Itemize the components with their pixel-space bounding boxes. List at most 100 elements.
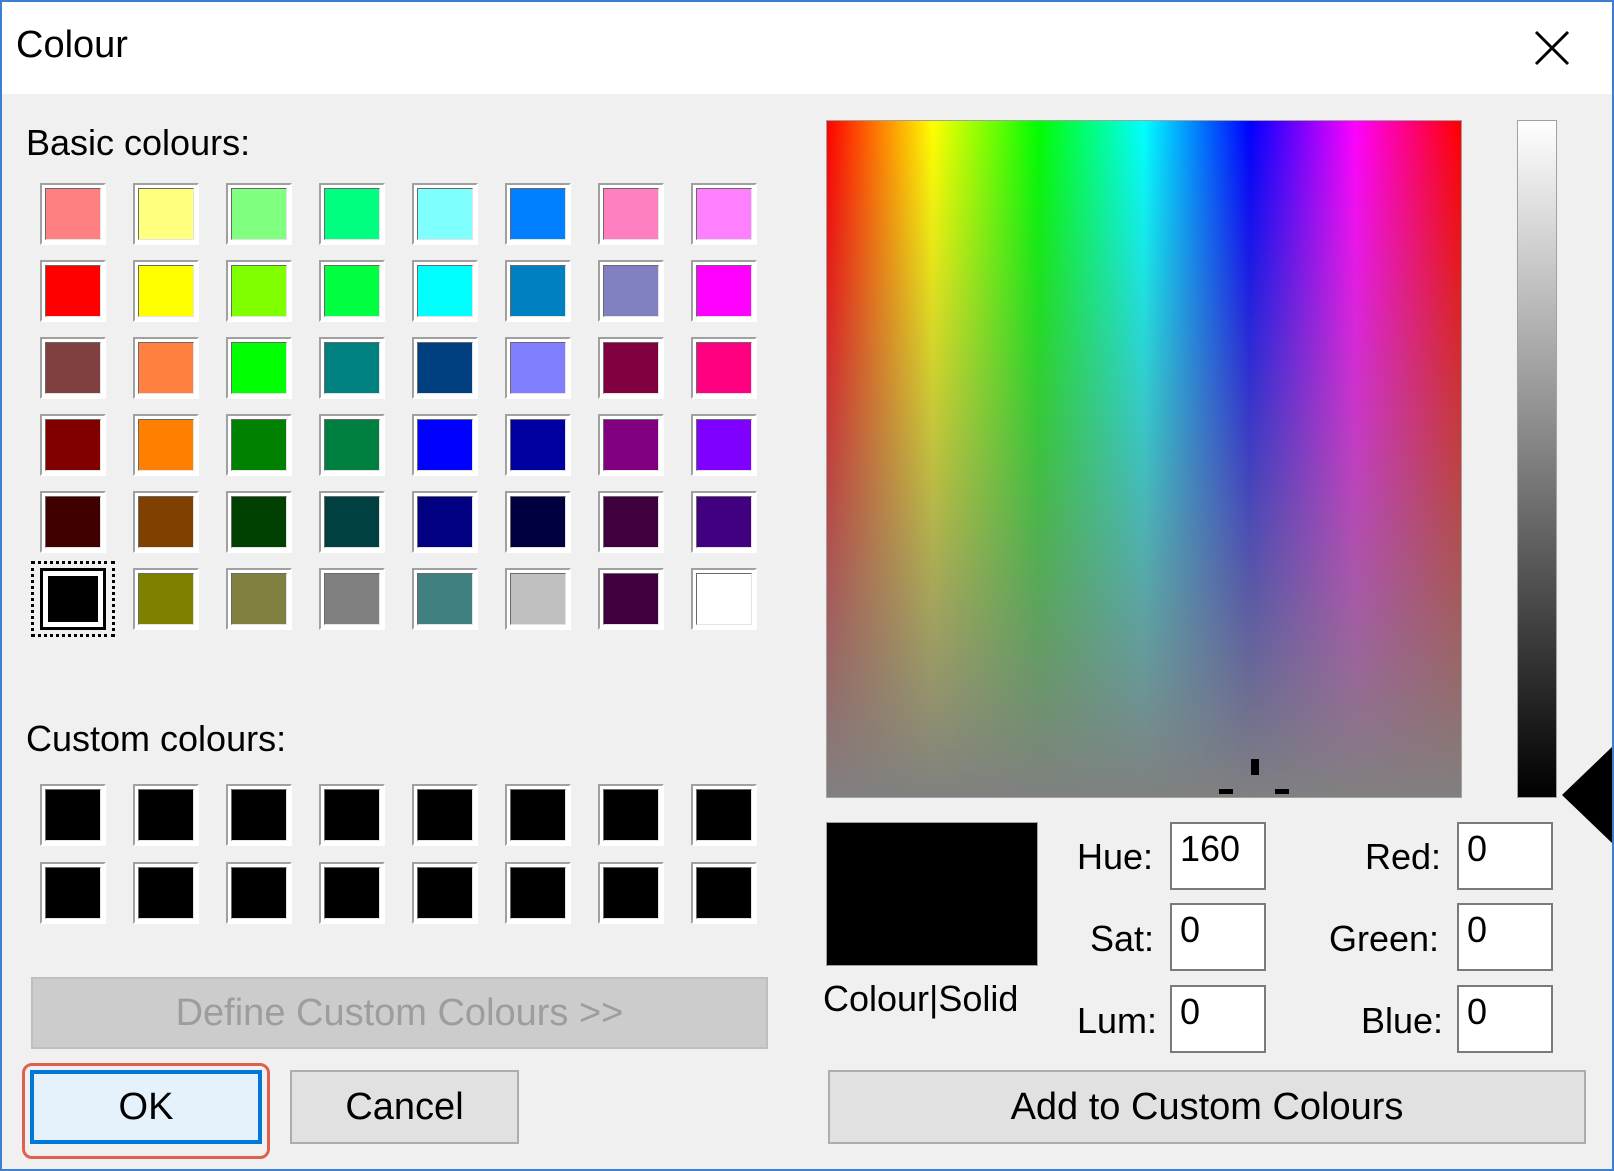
basic-colour-swatch-fill <box>603 188 659 240</box>
basic-colour-swatch-20[interactable] <box>319 337 385 399</box>
lum-label: Lum: <box>1077 1000 1158 1041</box>
basic-colour-swatch-45[interactable] <box>412 568 478 630</box>
basic-colour-swatch-39[interactable] <box>598 491 664 553</box>
custom-colour-swatch-16[interactable] <box>691 862 757 924</box>
crosshair-left <box>1219 789 1233 794</box>
basic-colour-swatch-30[interactable] <box>505 414 571 476</box>
custom-colour-swatch-6[interactable] <box>505 784 571 846</box>
basic-colour-swatch-2[interactable] <box>133 183 199 245</box>
red-input[interactable]: 0 <box>1457 822 1553 890</box>
basic-colour-swatch-fill <box>231 573 287 625</box>
basic-colour-swatch-11[interactable] <box>226 260 292 322</box>
basic-colour-swatch-4[interactable] <box>319 183 385 245</box>
blue-input[interactable]: 0 <box>1457 985 1553 1053</box>
basic-colour-swatch-12[interactable] <box>319 260 385 322</box>
basic-colour-swatch-fill <box>696 573 752 625</box>
basic-colour-swatch-23[interactable] <box>598 337 664 399</box>
custom-colour-swatch-5[interactable] <box>412 784 478 846</box>
custom-colour-swatch-14[interactable] <box>505 862 571 924</box>
hue-label: Hue: <box>1077 836 1154 877</box>
basic-colour-swatch-8[interactable] <box>691 183 757 245</box>
basic-colour-swatch-6[interactable] <box>505 183 571 245</box>
basic-colour-swatch-fill <box>45 342 101 394</box>
ok-button[interactable]: OK <box>30 1070 262 1144</box>
basic-colour-swatch-44[interactable] <box>319 568 385 630</box>
basic-colour-swatch-fill <box>603 419 659 471</box>
basic-colour-swatch-40[interactable] <box>691 491 757 553</box>
cancel-button[interactable]: Cancel <box>290 1070 519 1144</box>
basic-colour-swatch-41[interactable] <box>31 561 115 637</box>
basic-colour-swatch-32[interactable] <box>691 414 757 476</box>
close-icon[interactable] <box>1528 24 1576 72</box>
custom-colour-swatch-15[interactable] <box>598 862 664 924</box>
basic-colour-swatch-15[interactable] <box>598 260 664 322</box>
basic-colour-swatch-26[interactable] <box>133 414 199 476</box>
colour-spectrum[interactable] <box>826 120 1462 798</box>
custom-colour-swatch-13[interactable] <box>412 862 478 924</box>
basic-colour-swatch-fill <box>45 265 101 317</box>
basic-colour-swatch-fill <box>231 342 287 394</box>
add-to-custom-colours-button[interactable]: Add to Custom Colours <box>828 1070 1586 1144</box>
hue-input[interactable]: 160 <box>1170 822 1266 890</box>
basic-colour-swatch-7[interactable] <box>598 183 664 245</box>
custom-colour-swatch-9[interactable] <box>40 862 106 924</box>
basic-colour-swatch-1[interactable] <box>40 183 106 245</box>
basic-colour-swatch-42[interactable] <box>133 568 199 630</box>
define-custom-colours-button[interactable]: Define Custom Colours >> <box>31 977 768 1049</box>
lum-input[interactable]: 0 <box>1170 985 1266 1053</box>
custom-colour-swatch-3[interactable] <box>226 784 292 846</box>
basic-colour-swatch-13[interactable] <box>412 260 478 322</box>
basic-colour-swatch-25[interactable] <box>40 414 106 476</box>
custom-colour-swatch-2[interactable] <box>133 784 199 846</box>
basic-colour-swatch-3[interactable] <box>226 183 292 245</box>
basic-colour-swatch-fill <box>510 188 566 240</box>
basic-colour-swatch-31[interactable] <box>598 414 664 476</box>
basic-colour-swatch-22[interactable] <box>505 337 571 399</box>
basic-colour-swatch-48[interactable] <box>691 568 757 630</box>
custom-colour-swatch-fill <box>603 789 659 841</box>
basic-colour-swatch-17[interactable] <box>40 337 106 399</box>
basic-colour-swatch-33[interactable] <box>40 491 106 553</box>
basic-colour-swatch-fill <box>603 265 659 317</box>
green-input[interactable]: 0 <box>1457 903 1553 971</box>
basic-colour-swatch-28[interactable] <box>319 414 385 476</box>
basic-colour-swatch-27[interactable] <box>226 414 292 476</box>
basic-colour-swatch-43[interactable] <box>226 568 292 630</box>
basic-colour-swatch-5[interactable] <box>412 183 478 245</box>
basic-colour-swatch-24[interactable] <box>691 337 757 399</box>
colour-dialog: Colour Basic colours: Custom colours: De… <box>0 0 1614 1171</box>
basic-colour-swatch-35[interactable] <box>226 491 292 553</box>
basic-colour-swatch-9[interactable] <box>40 260 106 322</box>
basic-colour-swatch-38[interactable] <box>505 491 571 553</box>
custom-colour-swatch-fill <box>324 789 380 841</box>
custom-colour-swatch-4[interactable] <box>319 784 385 846</box>
basic-colour-swatch-14[interactable] <box>505 260 571 322</box>
custom-colour-swatch-7[interactable] <box>598 784 664 846</box>
basic-colour-swatch-fill <box>45 419 101 471</box>
custom-colour-swatch-8[interactable] <box>691 784 757 846</box>
basic-colour-swatch-fill <box>231 265 287 317</box>
basic-colour-swatch-fill <box>510 573 566 625</box>
custom-colour-swatch-1[interactable] <box>40 784 106 846</box>
custom-colour-swatch-fill <box>603 867 659 919</box>
custom-colour-swatch-10[interactable] <box>133 862 199 924</box>
basic-colour-swatch-16[interactable] <box>691 260 757 322</box>
basic-colour-swatch-29[interactable] <box>412 414 478 476</box>
basic-colour-swatch-34[interactable] <box>133 491 199 553</box>
custom-colour-swatch-11[interactable] <box>226 862 292 924</box>
basic-colour-swatch-47[interactable] <box>598 568 664 630</box>
basic-colour-swatch-10[interactable] <box>133 260 199 322</box>
basic-colour-swatch-21[interactable] <box>412 337 478 399</box>
luminosity-bar[interactable] <box>1517 120 1557 798</box>
green-label: Green: <box>1329 918 1440 959</box>
basic-colour-swatch-19[interactable] <box>226 337 292 399</box>
sat-input[interactable]: 0 <box>1170 903 1266 971</box>
basic-colour-swatch-36[interactable] <box>319 491 385 553</box>
luminosity-slider-arrow-icon[interactable] <box>1562 747 1612 843</box>
dialog-title: Colour <box>16 24 128 66</box>
basic-colour-swatch-37[interactable] <box>412 491 478 553</box>
custom-colour-swatch-12[interactable] <box>319 862 385 924</box>
basic-colour-swatch-46[interactable] <box>505 568 571 630</box>
basic-colour-swatch-fill <box>417 573 473 625</box>
basic-colour-swatch-18[interactable] <box>133 337 199 399</box>
